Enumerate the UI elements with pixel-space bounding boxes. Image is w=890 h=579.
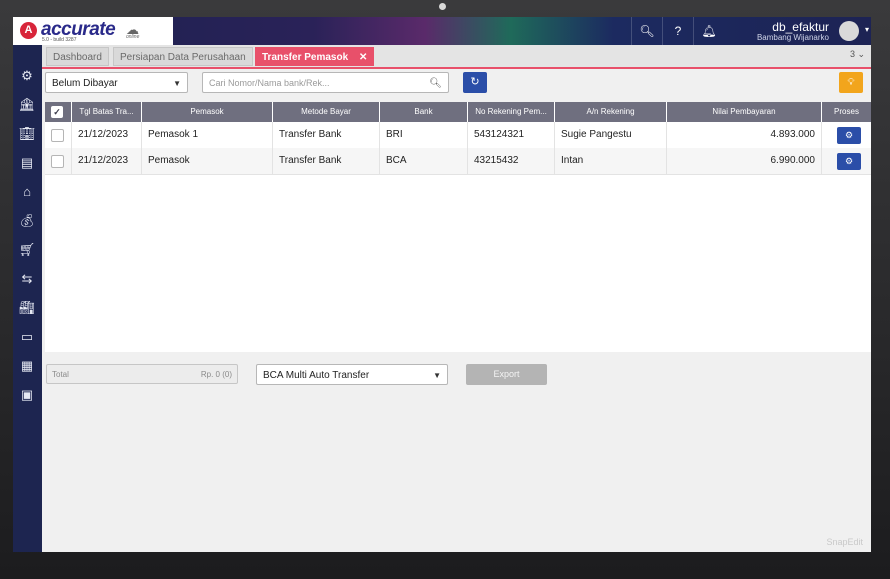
app-header: A accurate 5.0 - build 3287 ☁ online 🔍︎ … <box>13 17 871 45</box>
cell-account-name: Intan <box>555 148 667 174</box>
row-check-cell <box>45 122 72 148</box>
footer-bar: Total Rp. 0 (0) BCA Multi Auto Transfer … <box>42 355 871 552</box>
select-all-cell: ✓ <box>45 102 72 122</box>
avatar[interactable] <box>839 21 859 41</box>
cell-bank: BRI <box>380 122 468 148</box>
bell-icon[interactable]: 🔔︎ <box>693 17 724 45</box>
ledger-icon[interactable]: ▤ <box>18 154 36 172</box>
tab-count-dropdown[interactable]: 3 ⌄ <box>850 49 865 60</box>
gear-icon: ⚙ <box>844 156 854 166</box>
app-screen: A accurate 5.0 - build 3287 ☁ online 🔍︎ … <box>13 17 871 552</box>
brand-logo[interactable]: A accurate 5.0 - build 3287 ☁ online <box>13 17 173 45</box>
col-supplier[interactable]: Pemasok <box>142 102 273 122</box>
bank-format-value: BCA Multi Auto Transfer <box>263 370 370 381</box>
bank-icon[interactable]: 🏦︎ <box>18 96 36 114</box>
cell-account-no: 543124321 <box>468 122 555 148</box>
bank-format-select[interactable]: BCA Multi Auto Transfer ▼ <box>256 364 448 385</box>
tab-persiapan-data[interactable]: Persiapan Data Perusahaan <box>113 47 253 66</box>
col-account-no[interactable]: No Rekening Pem... <box>468 102 555 122</box>
col-account-name[interactable]: A/n Rekening <box>555 102 667 122</box>
version-label: 5.0 - build 3287 <box>42 37 77 43</box>
chevron-down-icon: ▼ <box>173 79 181 88</box>
refresh-icon: ↻ <box>470 76 480 88</box>
process-button[interactable]: ⚙ <box>837 127 861 144</box>
gear-icon[interactable]: ⚙ <box>18 67 36 85</box>
search-placeholder: Cari Nomor/Nama bank/Rek... <box>209 78 330 88</box>
report-icon[interactable]: ▦ <box>18 357 36 375</box>
refresh-button[interactable]: ↻ <box>463 72 487 93</box>
tab-count: 3 <box>849 49 855 59</box>
row-check-cell <box>45 148 72 174</box>
export-button[interactable]: Export <box>466 364 547 385</box>
status-filter-value: Belum Dibayar <box>52 78 118 89</box>
cell-supplier: Pemasok 1 <box>142 122 273 148</box>
chevron-down-icon[interactable]: ▾ <box>865 25 869 34</box>
watermark-text: SnapEdit <box>826 537 863 547</box>
help-icon[interactable]: ? <box>662 17 693 45</box>
accurate-logo-icon: A <box>20 22 37 39</box>
cell-supplier: Pemasok <box>142 148 273 174</box>
tab-dashboard[interactable]: Dashboard <box>46 47 109 66</box>
table-header: ✓ Tgl Batas Tra... Pemasok Metode Bayar … <box>45 102 871 122</box>
factory-icon[interactable]: 🏭︎ <box>18 299 36 317</box>
transfer-table: ✓ Tgl Batas Tra... Pemasok Metode Bayar … <box>45 102 871 352</box>
moneybag-icon[interactable]: 💰︎ <box>18 212 36 230</box>
col-due-date[interactable]: Tgl Batas Tra... <box>72 102 142 122</box>
cell-due-date: 21/12/2023 <box>72 148 142 174</box>
status-filter-select[interactable]: Belum Dibayar ▼ <box>45 72 188 93</box>
tab-transfer-pemasok[interactable]: Transfer Pemasok ✕ <box>255 47 375 66</box>
cell-payment-method: Transfer Bank <box>273 148 380 174</box>
tab-label: Dashboard <box>53 52 102 63</box>
cell-amount: 4.893.000 <box>667 122 822 148</box>
cell-payment-method: Transfer Bank <box>273 122 380 148</box>
cell-account-name: Sugie Pangestu <box>555 122 667 148</box>
cell-amount: 6.990.000 <box>667 148 822 174</box>
cell-due-date: 21/12/2023 <box>72 122 142 148</box>
tab-label: Transfer Pemasok <box>262 52 349 63</box>
calculator-icon[interactable]: ▣ <box>18 386 36 404</box>
tab-bar: Dashboard Persiapan Data Perusahaan Tran… <box>42 45 871 69</box>
total-label: Total <box>52 370 69 379</box>
tab-label: Persiapan Data Perusahaan <box>120 52 246 63</box>
row-checkbox[interactable] <box>51 129 64 142</box>
cloud-label: online <box>126 34 140 40</box>
cart-return-icon[interactable]: ⇆ <box>18 270 36 288</box>
building-icon[interactable]: 🏢︎ <box>18 125 36 143</box>
tips-button[interactable]: 💡︎ <box>839 72 863 93</box>
user-name: Bambang Wijanarko <box>756 33 829 42</box>
house-money-icon[interactable]: ⌂ <box>18 183 36 201</box>
database-name[interactable]: db_efaktur <box>772 20 829 34</box>
lightbulb-icon: 💡︎ <box>847 77 855 88</box>
col-amount[interactable]: Nilai Pembayaran <box>667 102 822 122</box>
search-icon[interactable]: 🔍︎ <box>631 17 662 45</box>
cell-account-no: 43215432 <box>468 148 555 174</box>
close-icon[interactable]: ✕ <box>359 52 367 63</box>
main-content: Belum Dibayar ▼ Cari Nomor/Nama bank/Rek… <box>42 69 871 552</box>
table-row[interactable]: 21/12/2023 Pemasok 1 Transfer Bank BRI 5… <box>45 122 871 149</box>
col-process: Proses <box>834 107 859 116</box>
table-row[interactable]: 21/12/2023 Pemasok Transfer Bank BCA 432… <box>45 148 871 175</box>
select-all-checkbox[interactable]: ✓ <box>51 106 63 118</box>
total-field: Total Rp. 0 (0) <box>46 364 238 384</box>
search-icon[interactable]: 🔍︎ <box>429 73 442 94</box>
row-checkbox[interactable] <box>51 155 64 168</box>
process-button[interactable]: ⚙ <box>837 153 861 170</box>
cart-icon[interactable]: 🛒︎ <box>18 241 36 259</box>
col-payment-method[interactable]: Metode Bayar <box>273 102 380 122</box>
chevron-down-icon: ▼ <box>433 371 441 380</box>
search-input[interactable]: Cari Nomor/Nama bank/Rek... 🔍︎ <box>202 72 449 93</box>
total-value: Rp. 0 (0) <box>200 370 232 379</box>
cash-icon[interactable]: ▭ <box>18 328 36 346</box>
sidebar: ⚙ 🏦︎ 🏢︎ ▤ ⌂ 💰︎ 🛒︎ ⇆ 🏭︎ ▭ ▦ ▣ <box>13 45 42 552</box>
col-bank[interactable]: Bank <box>380 102 468 122</box>
camera-dot <box>439 3 446 10</box>
gear-icon: ⚙ <box>844 130 854 140</box>
cell-bank: BCA <box>380 148 468 174</box>
